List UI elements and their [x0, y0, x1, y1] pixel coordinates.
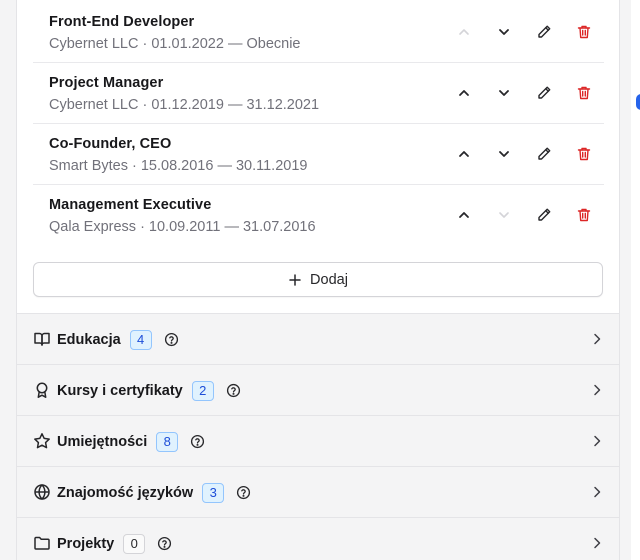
pencil-icon — [538, 25, 551, 38]
experience-title: Co-Founder, CEO — [49, 136, 172, 152]
move-up-button[interactable] — [444, 81, 484, 105]
trash-icon — [577, 147, 591, 161]
chevron-down-icon — [499, 151, 509, 157]
experience-title: Front-End Developer — [49, 14, 195, 30]
section-languages[interactable]: Znajomość języków 3 — [17, 466, 619, 518]
chevron-up-icon — [459, 90, 469, 96]
pencil-icon — [538, 208, 551, 221]
trash-icon — [577, 208, 591, 222]
edit-button[interactable] — [524, 20, 564, 44]
experience-title: Management Executive — [49, 197, 212, 213]
adjacent-panel-edge — [631, 0, 640, 560]
list-item: Front-End Developer Cybernet LLC · 01.01… — [33, 2, 604, 63]
chevron-up-icon — [459, 29, 469, 35]
delete-button[interactable] — [564, 142, 604, 166]
star-icon — [33, 432, 51, 450]
globe-icon — [33, 483, 51, 501]
experience-list: Front-End Developer Cybernet LLC · 01.01… — [33, 2, 604, 246]
pencil-icon — [538, 86, 551, 99]
count-badge: 2 — [191, 380, 214, 401]
move-down-button[interactable] — [484, 81, 524, 105]
section-courses-certificates[interactable]: Kursy i certyfikaty 2 — [17, 364, 619, 416]
move-up-button[interactable] — [444, 20, 484, 44]
add-experience-button[interactable]: Dodaj — [33, 262, 603, 297]
edit-button[interactable] — [524, 81, 564, 105]
help-circle-icon[interactable] — [190, 434, 205, 449]
chevron-down-icon — [499, 29, 509, 35]
section-header: Edukacja 4 — [57, 314, 179, 365]
section-skills[interactable]: Umiejętności 8 — [17, 415, 619, 467]
section-header: Kursy i certyfikaty 2 — [57, 365, 241, 416]
count-badge: 0 — [123, 533, 146, 554]
status-dot — [636, 94, 640, 110]
section-header: Umiejętności 8 — [57, 416, 205, 467]
section-header: Znajomość języków 3 — [57, 467, 251, 518]
experience-title: Project Manager — [49, 75, 164, 91]
chevron-right-icon — [590, 434, 604, 448]
count-badge: 4 — [129, 329, 152, 350]
chevron-right-icon — [590, 485, 604, 499]
section-projects[interactable]: Projekty 0 — [17, 517, 619, 560]
resume-editor-panel: Front-End Developer Cybernet LLC · 01.01… — [16, 0, 620, 560]
chevron-right-icon — [590, 332, 604, 346]
book-open-icon — [33, 330, 51, 348]
move-up-button[interactable] — [444, 142, 484, 166]
edit-button[interactable] — [524, 142, 564, 166]
item-actions — [444, 142, 604, 166]
help-circle-icon[interactable] — [164, 332, 179, 347]
pencil-icon — [538, 147, 551, 160]
section-label: Projekty — [57, 535, 115, 552]
section-label: Znajomość języków — [57, 484, 194, 501]
chevron-down-icon — [499, 90, 509, 96]
list-item: Project Manager Cybernet LLC · 01.12.201… — [33, 63, 604, 124]
list-item: Management Executive Qala Express · 10.0… — [33, 185, 604, 246]
folder-icon — [33, 534, 51, 552]
add-button-label: Dodaj — [310, 271, 348, 288]
help-circle-icon[interactable] — [236, 485, 251, 500]
experience-subtitle: Cybernet LLC · 01.12.2019 — 31.12.2021 — [49, 97, 320, 113]
edit-button[interactable] — [524, 203, 564, 227]
section-label: Edukacja — [57, 331, 121, 348]
delete-button[interactable] — [564, 203, 604, 227]
experience-subtitle: Cybernet LLC · 01.01.2022 — Obecnie — [49, 36, 301, 52]
experience-subtitle: Smart Bytes · 15.08.2016 — 30.11.2019 — [49, 158, 308, 174]
chevron-right-icon — [590, 383, 604, 397]
move-down-button[interactable] — [484, 20, 524, 44]
trash-icon — [577, 86, 591, 100]
count-badge: 8 — [156, 431, 179, 452]
plus-icon — [289, 273, 301, 286]
delete-button[interactable] — [564, 81, 604, 105]
item-actions — [444, 20, 604, 44]
award-icon — [33, 381, 51, 399]
chevron-up-icon — [459, 212, 469, 218]
count-badge: 3 — [202, 482, 225, 503]
delete-button[interactable] — [564, 20, 604, 44]
item-actions — [444, 203, 604, 227]
move-down-button[interactable] — [484, 142, 524, 166]
help-circle-icon[interactable] — [157, 536, 172, 551]
item-actions — [444, 81, 604, 105]
section-education[interactable]: Edukacja 4 — [17, 313, 619, 365]
experience-subtitle: Qala Express · 10.09.2011 — 31.07.2016 — [49, 219, 316, 235]
help-circle-icon[interactable] — [226, 383, 241, 398]
section-label: Umiejętności — [57, 433, 148, 450]
list-item: Co-Founder, CEO Smart Bytes · 15.08.2016… — [33, 124, 604, 185]
section-list: Edukacja 4 Kursy i certyfikaty 2 Umiejęt… — [17, 313, 619, 560]
chevron-right-icon — [590, 536, 604, 550]
trash-icon — [577, 25, 591, 39]
section-label: Kursy i certyfikaty — [57, 382, 183, 399]
chevron-down-icon — [499, 212, 509, 218]
chevron-up-icon — [459, 151, 469, 157]
section-header: Projekty 0 — [57, 518, 172, 560]
move-down-button[interactable] — [484, 203, 524, 227]
move-up-button[interactable] — [444, 203, 484, 227]
